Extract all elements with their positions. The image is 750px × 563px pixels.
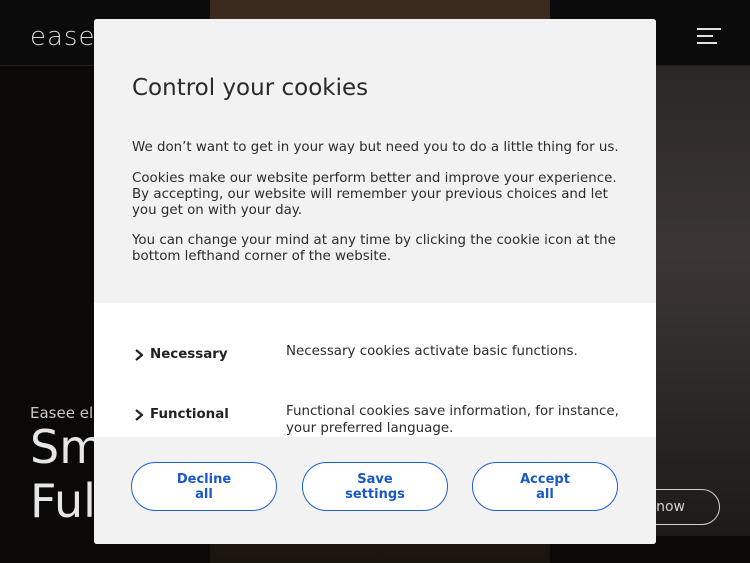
hero-headline: Sm Ful	[30, 420, 104, 528]
accept-all-button[interactable]: Accept all	[472, 462, 618, 511]
decline-all-button[interactable]: Decline all	[131, 462, 277, 511]
chevron-right-icon	[135, 408, 144, 421]
cookie-dialog: Control your cookies We don’t want to ge…	[94, 19, 656, 544]
intro-paragraph-1: We don’t want to get in your way but nee…	[132, 140, 619, 155]
category-description: Functional cookies save information, for…	[286, 404, 619, 436]
save-settings-button[interactable]: Save settings	[302, 462, 448, 511]
category-toggle-necessary[interactable]: Necessary	[132, 347, 228, 362]
category-name: Necessary	[150, 347, 228, 362]
intro-paragraph-3: You can change your mind at any time by …	[132, 233, 616, 264]
hero-headline-line2: Ful	[30, 474, 96, 528]
dialog-title: Control your cookies	[132, 75, 369, 101]
accept-all-label: Accept all	[520, 471, 570, 502]
decline-all-label: Decline all	[176, 471, 232, 502]
category-toggle-functional[interactable]: Functional	[132, 407, 229, 422]
category-name: Functional	[150, 407, 229, 422]
hero-headline-line1: Sm	[30, 420, 105, 474]
menu-icon[interactable]	[697, 28, 721, 46]
chevron-right-icon	[135, 348, 144, 361]
save-settings-label: Save settings	[345, 471, 405, 502]
intro-paragraph-2: Cookies make our website perform better …	[132, 171, 617, 218]
category-description: Necessary cookies activate basic functio…	[286, 344, 578, 359]
